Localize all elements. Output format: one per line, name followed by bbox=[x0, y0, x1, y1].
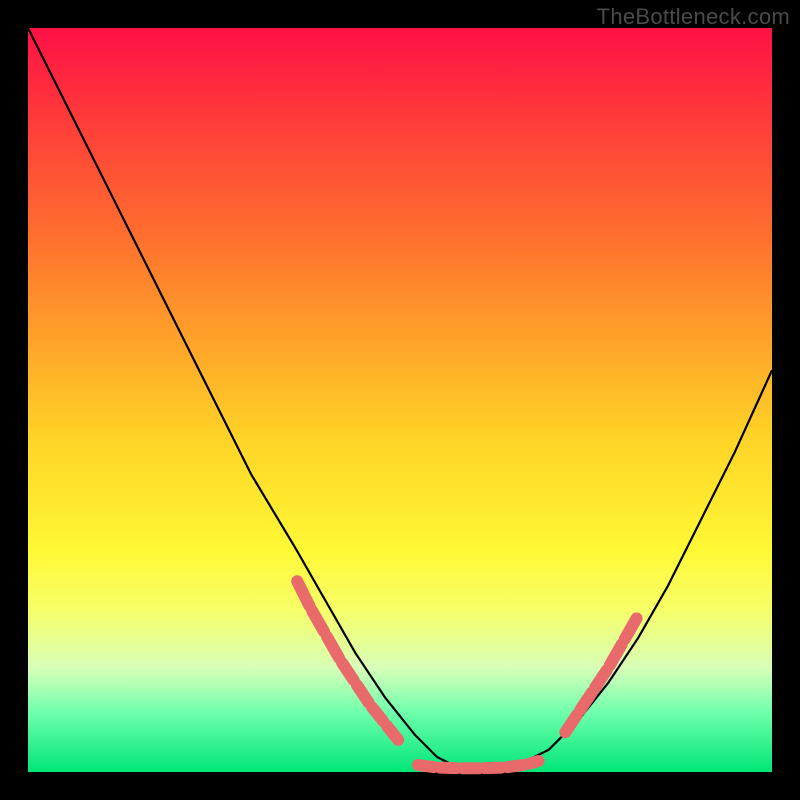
chart-container: TheBottleneck.com bbox=[0, 0, 800, 800]
marker-segment bbox=[565, 715, 577, 732]
marker-segment bbox=[625, 618, 637, 639]
marker-segment bbox=[485, 768, 501, 769]
curve-group bbox=[28, 28, 772, 772]
chart-svg bbox=[28, 28, 772, 772]
watermark-label: TheBottleneck.com bbox=[597, 4, 790, 30]
marker-segment bbox=[297, 581, 309, 605]
left-curve bbox=[28, 28, 474, 772]
marker-group bbox=[297, 581, 636, 768]
marker-segment bbox=[372, 707, 383, 721]
marker-segment bbox=[610, 644, 622, 665]
marker-segment bbox=[595, 670, 607, 687]
marker-segment bbox=[327, 637, 339, 658]
marker-segment bbox=[357, 685, 369, 702]
marker-segment bbox=[418, 765, 434, 767]
marker-segment bbox=[529, 761, 538, 764]
marker-segment bbox=[387, 726, 398, 740]
marker-segment bbox=[312, 611, 324, 632]
right-curve bbox=[474, 370, 772, 772]
marker-segment bbox=[580, 693, 592, 710]
marker-segment bbox=[507, 765, 523, 767]
marker-segment bbox=[440, 768, 456, 769]
marker-segment bbox=[342, 663, 354, 680]
plot-area bbox=[28, 28, 772, 772]
